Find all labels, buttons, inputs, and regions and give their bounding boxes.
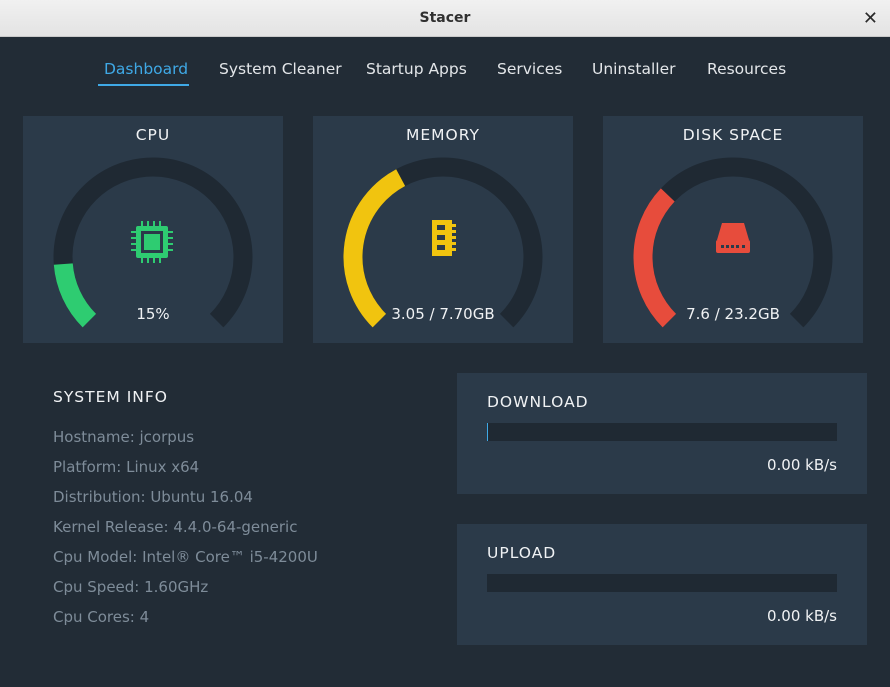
upload-title: UPLOAD (487, 544, 557, 562)
download-title: DOWNLOAD (487, 393, 589, 411)
platform-info: Platform: Linux x64 (53, 458, 200, 476)
close-icon[interactable]: ✕ (863, 8, 878, 29)
disk-space-card: DISK SPACE 7.6 / 23.2GB (603, 116, 863, 343)
memory-card: MEMORY 3.05 / 7.70GB (313, 116, 573, 343)
active-tab-indicator (98, 84, 189, 86)
download-panel: DOWNLOAD 0.00 kB/s (457, 373, 867, 494)
cpu-chip-icon (131, 221, 173, 263)
hostname-info: Hostname: jcorpus (53, 428, 195, 446)
upload-progress-bar (487, 574, 837, 592)
distribution-info: Distribution: Ubuntu 16.04 (53, 488, 253, 506)
cpu-usage-value: 15% (136, 305, 170, 323)
memory-module-icon (432, 220, 456, 256)
disk-gauge-arc (633, 188, 677, 328)
tab-services[interactable]: Services (497, 60, 562, 78)
tab-resources[interactable]: Resources (707, 60, 786, 78)
window-title: Stacer (419, 10, 471, 26)
memory-usage-value: 3.05 / 7.70GB (391, 305, 495, 323)
tab-dashboard[interactable]: Dashboard (104, 60, 188, 78)
tab-uninstaller[interactable]: Uninstaller (592, 60, 675, 78)
system-info-title: SYSTEM INFO (53, 388, 168, 406)
title-bar: Stacer ✕ (0, 0, 890, 37)
disk-usage-value: 7.6 / 23.2GB (686, 305, 780, 323)
cpu-cores-info: Cpu Cores: 4 (53, 608, 150, 626)
download-progress-bar (487, 423, 837, 441)
download-progress-fill (487, 423, 489, 441)
kernel-release-info: Kernel Release: 4.4.0-64-generic (53, 518, 298, 536)
tab-system-cleaner[interactable]: System Cleaner (219, 60, 342, 78)
cpu-speed-info: Cpu Speed: 1.60GHz (53, 578, 209, 596)
memory-gauge-arc (343, 169, 406, 328)
download-speed: 0.00 kB/s (766, 456, 837, 474)
upload-speed: 0.00 kB/s (766, 607, 837, 625)
upload-panel: UPLOAD 0.00 kB/s (457, 524, 867, 645)
tab-startup-apps[interactable]: Startup Apps (366, 60, 467, 78)
cpu-card: CPU 15% (23, 116, 283, 343)
cpu-model-info: Cpu Model: Intel® Core™ i5-4200U (53, 548, 318, 566)
hard-drive-icon (716, 223, 750, 253)
